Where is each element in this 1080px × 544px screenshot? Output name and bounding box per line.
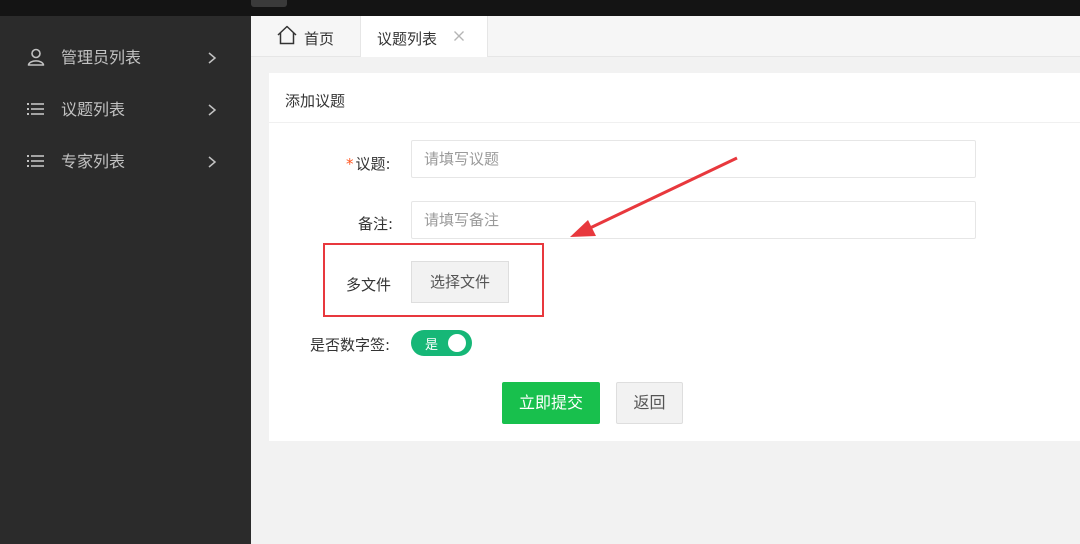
toggle-text: 是 [425,338,439,353]
topic-label: * 议题: [346,153,391,174]
sidebar-item-experts[interactable]: 专家列表 [0,134,251,186]
tab-bar: 首页 议题列表 [251,16,1080,57]
chevron-right-icon [208,52,217,64]
note-label: 备注: [358,215,394,233]
toggle-knob [448,334,466,352]
sidebar-item-label: 议题列表 [61,100,126,119]
close-icon[interactable] [453,30,465,42]
required-mark: * [346,155,354,173]
sidebar-item-topics[interactable]: 议题列表 [0,82,251,134]
sidebar-item-admins[interactable]: 管理员列表 [0,30,251,82]
chevron-right-icon [208,156,217,168]
back-button[interactable]: 返回 [616,382,683,424]
annotation-highlight-box [323,243,544,317]
sidebar: 管理员列表 议题列表 专家列表 [0,16,251,544]
top-bar [0,0,1080,16]
submit-button[interactable]: 立即提交 [502,382,600,424]
sidebar-item-label: 管理员列表 [61,48,142,67]
digital-signature-toggle[interactable]: 是 [411,330,472,356]
chevron-right-icon [208,104,217,116]
annotation-arrow [570,156,738,237]
signature-label: 是否数字签: [310,336,391,354]
topic-label-text: 议题: [355,155,391,173]
sidebar-item-label: 专家列表 [61,152,126,171]
card-title: 添加议题 [285,92,346,110]
user-icon [27,48,45,66]
tab-topic-list-label: 议题列表 [377,30,438,48]
tab-home-label: 首页 [304,30,335,48]
tab-home[interactable]: 首页 [266,16,361,57]
list-icon [27,103,44,115]
top-bar-handle [251,0,287,7]
list-icon [27,155,44,167]
tab-topic-list[interactable]: 议题列表 [360,16,488,57]
home-icon [277,25,297,45]
card-header: 添加议题 [269,73,1080,123]
